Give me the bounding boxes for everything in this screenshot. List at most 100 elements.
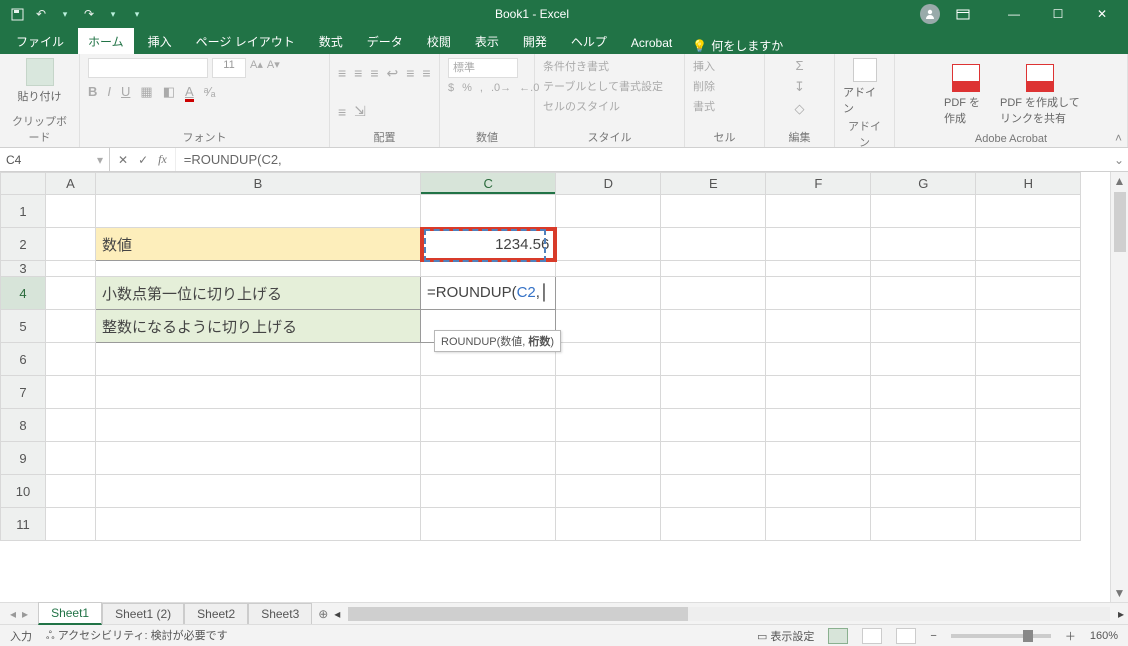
currency-icon[interactable]: $ (448, 82, 454, 94)
font-color-icon[interactable]: A (185, 84, 194, 100)
cell-A5[interactable] (46, 310, 96, 343)
cell-E11[interactable] (661, 508, 766, 541)
cell-B5[interactable]: 整数になるように切り上げる (96, 310, 421, 343)
pdf-share-button[interactable]: PDF を作成してリンクを共有 (1000, 64, 1080, 126)
undo-icon[interactable]: ↶ (34, 7, 48, 21)
cell-G3[interactable] (871, 261, 976, 277)
cell-E1[interactable] (661, 195, 766, 228)
format-cells-button[interactable]: 書式 (693, 98, 715, 114)
view-page-break-icon[interactable] (896, 628, 916, 644)
cell-D2[interactable] (556, 228, 661, 261)
name-box[interactable]: C4 ▾ (0, 148, 110, 171)
cell-C1[interactable] (421, 195, 556, 228)
tab-formulas[interactable]: 数式 (309, 28, 353, 54)
cell-F9[interactable] (766, 442, 871, 475)
col-header-B[interactable]: B (96, 173, 421, 195)
tell-me[interactable]: 💡 何をしますか (692, 37, 783, 54)
cell-A6[interactable] (46, 343, 96, 376)
cell-B2[interactable]: 数値 (96, 228, 421, 261)
cell-H9[interactable] (976, 442, 1081, 475)
pdf-create-button[interactable]: PDF を作成 (942, 64, 990, 126)
zoom-out-icon[interactable]: − (930, 630, 936, 642)
sheet-tab-2[interactable]: Sheet2 (184, 603, 248, 624)
view-page-layout-icon[interactable] (862, 628, 882, 644)
hscroll-left-icon[interactable]: ◂ (334, 607, 340, 621)
cell-H10[interactable] (976, 475, 1081, 508)
cell-H11[interactable] (976, 508, 1081, 541)
underline-button[interactable]: U (121, 84, 130, 100)
autosum-icon[interactable]: Σ (795, 58, 803, 73)
row-header-11[interactable]: 11 (1, 508, 46, 541)
accessibility-status[interactable]: ஃ アクセシビリティ: 検討が必要です (46, 627, 228, 644)
redo-menu-icon[interactable]: ▾ (106, 7, 120, 21)
redo-icon[interactable]: ↷ (82, 7, 96, 21)
row-header-1[interactable]: 1 (1, 195, 46, 228)
cell-H5[interactable] (976, 310, 1081, 343)
cell-D9[interactable] (556, 442, 661, 475)
cell-H8[interactable] (976, 409, 1081, 442)
save-icon[interactable] (10, 7, 24, 21)
cell-styles-button[interactable]: セルのスタイル (543, 98, 620, 114)
comma-icon[interactable]: , (480, 82, 483, 94)
cell-A1[interactable] (46, 195, 96, 228)
inc-decimal-icon[interactable]: .0→ (491, 82, 511, 94)
cell-G8[interactable] (871, 409, 976, 442)
row-header-6[interactable]: 6 (1, 343, 46, 376)
cell-C9[interactable] (421, 442, 556, 475)
row-header-7[interactable]: 7 (1, 376, 46, 409)
row-header-10[interactable]: 10 (1, 475, 46, 508)
paste-button[interactable]: 貼り付け (16, 58, 64, 104)
sheet-tab-1[interactable]: Sheet1 (38, 602, 102, 625)
close-icon[interactable]: ✕ (1088, 7, 1116, 21)
cell-E3[interactable] (661, 261, 766, 277)
cell-G1[interactable] (871, 195, 976, 228)
cell-D7[interactable] (556, 376, 661, 409)
grow-font-icon[interactable]: A▴ (250, 58, 263, 78)
cell-F2[interactable] (766, 228, 871, 261)
cell-F6[interactable] (766, 343, 871, 376)
cell-D4[interactable] (556, 277, 661, 310)
zoom-in-icon[interactable]: ＋ (1065, 628, 1076, 644)
number-format-select[interactable]: 標準 (448, 58, 518, 78)
cell-G7[interactable] (871, 376, 976, 409)
row-header-3[interactable]: 3 (1, 261, 46, 277)
tab-review[interactable]: 校閲 (417, 28, 461, 54)
row-header-2[interactable]: 2 (1, 228, 46, 261)
row-header-4[interactable]: 4 (1, 277, 46, 310)
sheet-next-icon[interactable]: ▸ (22, 607, 28, 621)
expand-formula-bar-icon[interactable]: ⌄ (1110, 148, 1128, 171)
cell-B4[interactable]: 小数点第一位に切り上げる (96, 277, 421, 310)
vscroll-thumb[interactable] (1114, 192, 1126, 252)
cell-G9[interactable] (871, 442, 976, 475)
account-avatar[interactable] (920, 4, 940, 24)
cell-E9[interactable] (661, 442, 766, 475)
cell-B11[interactable] (96, 508, 421, 541)
cell-B6[interactable] (96, 343, 421, 376)
enter-formula-icon[interactable]: ✓ (138, 153, 148, 167)
scroll-up-icon[interactable]: ▲ (1111, 172, 1128, 190)
cell-E7[interactable] (661, 376, 766, 409)
italic-button[interactable]: I (107, 84, 111, 100)
worksheet-grid[interactable]: ABCDEFGH12数値1234.5634小数点第一位に切り上げる=ROUNDU… (0, 172, 1128, 602)
row-header-9[interactable]: 9 (1, 442, 46, 475)
cell-A8[interactable] (46, 409, 96, 442)
cell-A2[interactable] (46, 228, 96, 261)
cell-F5[interactable] (766, 310, 871, 343)
col-header-E[interactable]: E (661, 173, 766, 195)
cell-C3[interactable] (421, 261, 556, 277)
tab-data[interactable]: データ (357, 28, 413, 54)
scroll-down-icon[interactable]: ▼ (1111, 584, 1128, 602)
cell-C10[interactable] (421, 475, 556, 508)
cell-F7[interactable] (766, 376, 871, 409)
cell-D1[interactable] (556, 195, 661, 228)
clear-icon[interactable]: ◇ (795, 101, 805, 117)
cell-C4[interactable]: =ROUNDUP(C2,│ (421, 277, 556, 310)
sheet-tab-1-2[interactable]: Sheet1 (2) (102, 603, 184, 624)
cell-E8[interactable] (661, 409, 766, 442)
cell-C2[interactable]: 1234.56 (421, 228, 556, 261)
cell-E2[interactable] (661, 228, 766, 261)
col-header-H[interactable]: H (976, 173, 1081, 195)
cell-B7[interactable] (96, 376, 421, 409)
cell-A10[interactable] (46, 475, 96, 508)
cell-C7[interactable] (421, 376, 556, 409)
